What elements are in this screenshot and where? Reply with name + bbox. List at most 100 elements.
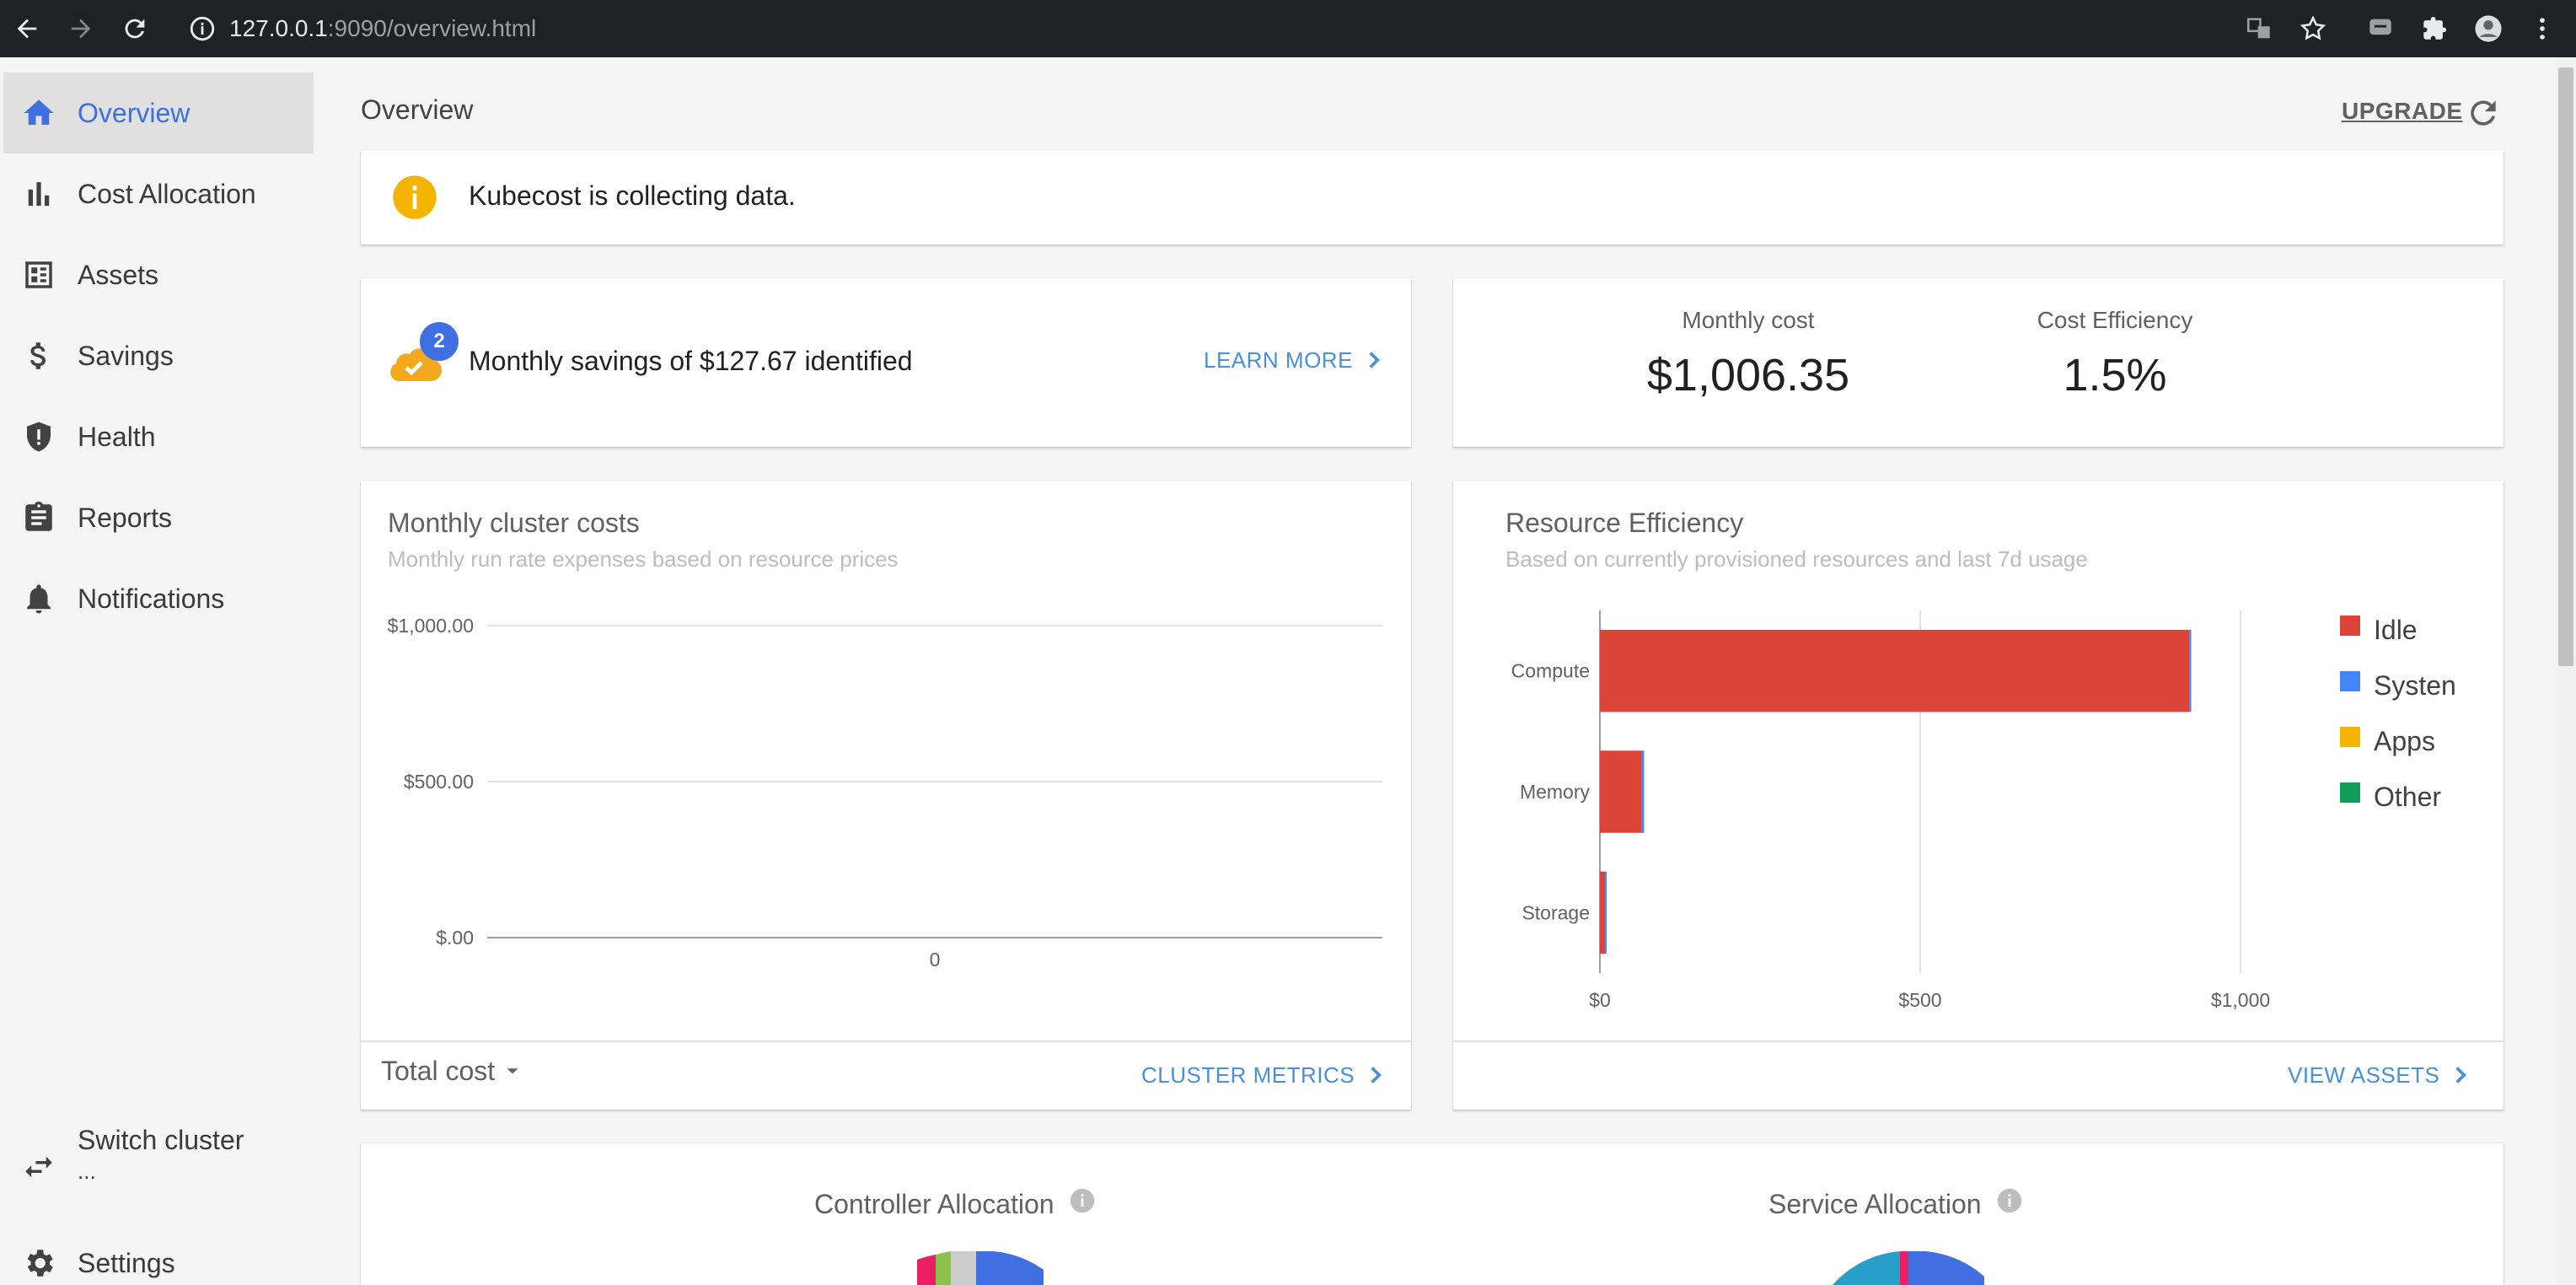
sidebar-item-assets[interactable]: Assets bbox=[3, 234, 314, 315]
legend-label: Other bbox=[2374, 782, 2441, 812]
bar-segment bbox=[1641, 750, 1645, 833]
bell-icon bbox=[20, 580, 57, 617]
bar-segment bbox=[1600, 750, 1642, 833]
resource-efficiency-chart: $0 $500 $1,000 Compute Memory Storage Idle Syst… bbox=[1511, 610, 2456, 1011]
sidebar-item-label: Health bbox=[78, 421, 156, 452]
card-footer-divider bbox=[361, 1040, 1411, 1042]
resource-efficiency-subtitle: Based on currently provisioned resources… bbox=[1505, 546, 2088, 572]
sidebar-item-savings[interactable]: Savings bbox=[3, 315, 314, 396]
legend-label: Apps bbox=[2374, 726, 2435, 756]
translate-icon[interactable] bbox=[2239, 8, 2279, 49]
x-tick-label: $0 bbox=[1589, 989, 1611, 1011]
legend-label: Idle bbox=[2374, 615, 2418, 645]
pie-slice bbox=[1900, 1251, 1908, 1285]
controller-pie-chart bbox=[917, 1251, 1044, 1285]
pie-slice bbox=[917, 1255, 936, 1285]
legend-swatch bbox=[2340, 616, 2360, 636]
x-tick-label: 0 bbox=[930, 949, 941, 970]
y-category-label: Memory bbox=[1520, 781, 1591, 803]
pie-slice bbox=[951, 1251, 976, 1285]
switch-cluster-button[interactable]: Switch cluster ... bbox=[3, 1116, 314, 1204]
pie-slice bbox=[1908, 1251, 1984, 1285]
allocation-card: Controller Allocation Service Allocation bbox=[361, 1143, 2504, 1285]
sidebar-item-label: Overview bbox=[78, 97, 191, 128]
cluster-metrics-label: CLUSTER METRICS bbox=[1141, 1062, 1355, 1088]
sidebar-item-label: Reports bbox=[78, 502, 173, 533]
switch-cluster-sublabel: ... bbox=[78, 1159, 96, 1184]
browser-menu-icon[interactable] bbox=[2522, 8, 2563, 49]
cost-efficiency-stat: Cost Efficiency 1.5% bbox=[1993, 307, 2237, 401]
savings-badge: 2 bbox=[420, 322, 459, 361]
sidebar: Overview Cost Allocation Assets Savings … bbox=[0, 57, 325, 1285]
url-bar[interactable]: 127.0.0.1:9090/overview.html bbox=[229, 12, 536, 46]
sidebar-item-overview[interactable]: Overview bbox=[3, 73, 314, 153]
pie-slice bbox=[976, 1251, 1044, 1285]
url-host: 127.0.0.1 bbox=[229, 15, 328, 41]
browser-toolbar: 127.0.0.1:9090/overview.html bbox=[0, 0, 2576, 57]
cost-efficiency-value: 1.5% bbox=[2063, 350, 2167, 401]
pie-slice bbox=[936, 1251, 951, 1285]
view-assets-link[interactable]: VIEW ASSETS bbox=[2288, 1061, 2475, 1089]
profile-avatar-icon[interactable] bbox=[2468, 8, 2509, 49]
sidebar-item-settings[interactable]: Settings bbox=[3, 1223, 314, 1285]
service-pie-chart bbox=[1833, 1251, 1984, 1285]
total-cost-dropdown[interactable]: Total cost bbox=[381, 1056, 525, 1087]
bar-chart-icon bbox=[20, 175, 57, 212]
monthly-cost-value: $1,006.35 bbox=[1646, 350, 1850, 401]
forward-icon[interactable] bbox=[61, 8, 101, 49]
y-tick-label: $1,000.00 bbox=[388, 616, 474, 637]
chevron-right-icon bbox=[1369, 352, 1380, 368]
extension-chat-icon[interactable] bbox=[2360, 8, 2401, 49]
reload-icon[interactable] bbox=[115, 8, 155, 49]
home-icon bbox=[20, 94, 57, 132]
sidebar-item-cost-allocation[interactable]: Cost Allocation bbox=[3, 153, 314, 234]
legend-swatch bbox=[2340, 782, 2360, 803]
card-footer-divider bbox=[1453, 1040, 2504, 1042]
monthly-cost-stat: Monthly cost $1,006.35 bbox=[1605, 307, 1892, 401]
view-assets-label: VIEW ASSETS bbox=[2288, 1062, 2440, 1088]
bar-segment bbox=[1600, 871, 1606, 954]
page-scrollbar[interactable] bbox=[2556, 57, 2576, 1285]
caret-down-icon bbox=[507, 1067, 518, 1073]
y-category-label: Compute bbox=[1511, 660, 1590, 682]
extensions-puzzle-icon[interactable] bbox=[2414, 8, 2455, 49]
gear-icon bbox=[20, 1245, 57, 1282]
sidebar-item-label: Settings bbox=[78, 1247, 175, 1278]
legend-swatch bbox=[2340, 671, 2360, 691]
banner-text: Kubecost is collecting data. bbox=[469, 180, 796, 211]
sidebar-item-health[interactable]: Health bbox=[3, 396, 314, 477]
scrollbar-thumb[interactable] bbox=[2558, 67, 2573, 666]
sidebar-item-notifications[interactable]: Notifications bbox=[3, 558, 314, 639]
cluster-metrics-link[interactable]: CLUSTER METRICS bbox=[1141, 1061, 1390, 1089]
x-tick-label: $500 bbox=[1898, 989, 1941, 1011]
bar-segment bbox=[1605, 871, 1607, 954]
upgrade-link[interactable]: UPGRADE bbox=[2342, 98, 2463, 125]
y-tick-label: $500.00 bbox=[404, 771, 474, 793]
info-icon bbox=[391, 174, 438, 221]
swap-arrows-icon bbox=[20, 1148, 57, 1186]
assets-icon bbox=[20, 256, 57, 293]
total-cost-dropdown-label: Total cost bbox=[381, 1056, 496, 1086]
refresh-icon[interactable] bbox=[2465, 94, 2502, 132]
clipboard-icon bbox=[20, 499, 57, 536]
savings-card: 2 Monthly savings of $127.67 identified … bbox=[361, 278, 1411, 447]
controller-allocation-heading: Controller Allocation bbox=[814, 1186, 1097, 1220]
sidebar-item-label: Savings bbox=[78, 340, 174, 371]
legend-swatch bbox=[2340, 727, 2360, 747]
controller-allocation-title: Controller Allocation bbox=[814, 1189, 1055, 1219]
cluster-costs-title: Monthly cluster costs bbox=[388, 508, 640, 538]
bookmark-star-icon[interactable] bbox=[2293, 8, 2333, 49]
info-icon[interactable] bbox=[1995, 1186, 2024, 1215]
sidebar-item-reports[interactable]: Reports bbox=[3, 477, 314, 558]
cluster-costs-subtitle: Monthly run rate expenses based on resou… bbox=[388, 546, 899, 572]
page-title: Overview bbox=[361, 94, 474, 125]
y-category-label: Storage bbox=[1521, 901, 1590, 923]
back-icon[interactable] bbox=[7, 8, 47, 49]
resource-efficiency-title: Resource Efficiency bbox=[1505, 508, 1744, 538]
learn-more-link[interactable]: LEARN MORE bbox=[1204, 346, 1388, 374]
switch-cluster-label: Switch cluster bbox=[78, 1125, 244, 1155]
cost-summary-card: Monthly cost $1,006.35 Cost Efficiency 1… bbox=[1453, 278, 2504, 447]
alert-shield-icon bbox=[20, 418, 57, 455]
site-info-icon[interactable] bbox=[182, 8, 223, 49]
info-icon[interactable] bbox=[1068, 1186, 1097, 1215]
